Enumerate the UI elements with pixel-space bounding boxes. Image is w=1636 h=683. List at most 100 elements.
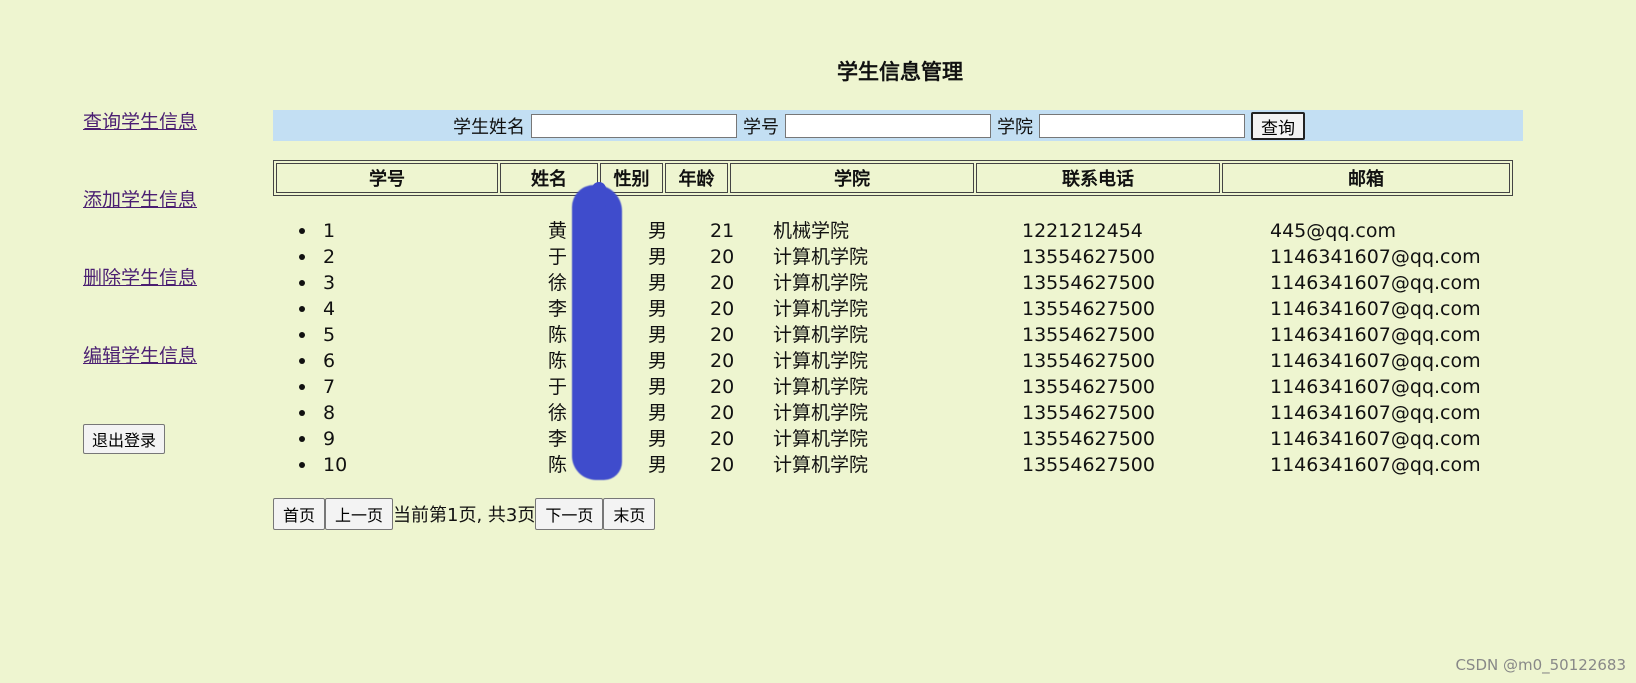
- cell-student-id: 5: [323, 324, 336, 346]
- cell-student-id: 3: [323, 272, 336, 294]
- student-name-label: 学生姓名: [453, 117, 525, 138]
- cell-email: 1146341607@qq.com: [1270, 246, 1481, 268]
- cell-phone: 13554627500: [1022, 272, 1155, 294]
- cell-college: 计算机学院: [773, 324, 869, 346]
- cell-age: 20: [710, 246, 735, 268]
- list-bullet: [299, 436, 305, 442]
- cell-student-id: 10: [323, 454, 348, 476]
- table-row: 8 徐 男 20 计算机学院 13554627500 1146341607@qq.com: [273, 400, 1523, 426]
- student-list: 1 黄男 21 机械学院 1221212454 445@qq.com 2 于男 20 计算机学院 1…: [273, 218, 1523, 478]
- list-bullet: [299, 358, 305, 364]
- student-id-label: 学号: [743, 117, 779, 138]
- cell-phone: 1221212454: [1022, 220, 1143, 242]
- cell-name: 李: [548, 428, 568, 450]
- edit-student-link[interactable]: 编辑学生信息: [83, 342, 243, 420]
- search-bar: 学生姓名 学号 学院 查询: [273, 110, 1523, 141]
- header-student-id: 学号: [276, 163, 498, 193]
- cell-student-id: 7: [323, 376, 336, 398]
- cell-email: 1146341607@qq.com: [1270, 376, 1481, 398]
- prev-page-button[interactable]: 上一页: [325, 498, 394, 530]
- list-bullet: [299, 306, 305, 312]
- table-row: 4 李 男 20 计算机学院 13554627500 1146341607@qq.com: [273, 296, 1523, 322]
- query-button[interactable]: 查询: [1251, 112, 1305, 140]
- cell-phone: 13554627500: [1022, 402, 1155, 424]
- cell-email: 445@qq.com: [1270, 220, 1397, 242]
- cell-age: 20: [710, 402, 735, 424]
- college-input[interactable]: [1039, 114, 1245, 138]
- student-table-header: 学号 姓名 性别 年龄 学院 联系电话 邮箱: [273, 160, 1513, 196]
- cell-age: 20: [710, 350, 735, 372]
- list-bullet: [299, 228, 305, 234]
- sidebar: 查询学生信息 添加学生信息 删除学生信息 编辑学生信息 退出登录: [83, 108, 243, 454]
- cell-name: 徐: [548, 402, 568, 424]
- first-page-button[interactable]: 首页: [273, 498, 326, 530]
- header-age: 年龄: [665, 163, 728, 193]
- student-name-input[interactable]: [531, 114, 737, 138]
- cell-gender: 男: [648, 324, 668, 346]
- cell-name: 于: [548, 376, 568, 398]
- cell-age: 20: [710, 376, 735, 398]
- list-bullet: [299, 254, 305, 260]
- header-college: 学院: [730, 163, 974, 193]
- cell-email: 1146341607@qq.com: [1270, 454, 1481, 476]
- delete-student-link[interactable]: 删除学生信息: [83, 264, 243, 342]
- cell-email: 1146341607@qq.com: [1270, 298, 1481, 320]
- list-bullet: [299, 280, 305, 286]
- cell-gender: 男: [648, 298, 668, 320]
- cell-gender: 男: [648, 246, 668, 268]
- cell-college: 计算机学院: [773, 350, 869, 372]
- cell-college: 计算机学院: [773, 402, 869, 424]
- cell-gender: 男: [648, 402, 668, 424]
- table-row: 7 于 男 20 计算机学院 13554627500 1146341607@qq.com: [273, 374, 1523, 400]
- table-row: 10 陈 男 20 计算机学院 13554627500 1146341607@qq.com: [273, 452, 1523, 478]
- page-title: 学生信息管理: [837, 60, 963, 84]
- header-email: 邮箱: [1222, 163, 1510, 193]
- search-form: 学生姓名 学号 学院 查询: [453, 112, 1305, 140]
- cell-college: 计算机学院: [773, 246, 869, 268]
- student-id-input[interactable]: [785, 114, 991, 138]
- add-student-link[interactable]: 添加学生信息: [83, 186, 243, 264]
- pagination: 首页 上一页 当前第1页, 共3页 下一页 末页: [273, 498, 656, 530]
- college-label: 学院: [997, 117, 1033, 138]
- cell-age: 20: [710, 324, 735, 346]
- list-bullet: [299, 462, 305, 468]
- table-row: 1 黄 男 21 机械学院 1221212454 445@qq.com: [273, 218, 1523, 244]
- cell-age: 21: [710, 220, 735, 242]
- redaction-mark-top: [592, 182, 606, 212]
- cell-phone: 13554627500: [1022, 324, 1155, 346]
- cell-age: 20: [710, 454, 735, 476]
- cell-gender: 男: [648, 376, 668, 398]
- cell-gender: 男: [648, 454, 668, 476]
- cell-student-id: 1: [323, 220, 336, 242]
- cell-phone: 13554627500: [1022, 298, 1155, 320]
- next-page-button[interactable]: 下一页: [535, 498, 604, 530]
- cell-age: 20: [710, 428, 735, 450]
- cell-student-id: 6: [323, 350, 336, 372]
- query-students-link[interactable]: 查询学生信息: [83, 108, 243, 186]
- cell-gender: 男: [648, 220, 668, 242]
- cell-student-id: 8: [323, 402, 336, 424]
- table-row: 2 于 男 20 计算机学院 13554627500 1146341607@qq.com: [273, 244, 1523, 270]
- watermark: CSDN @m0_50122683: [1455, 656, 1626, 674]
- cell-email: 1146341607@qq.com: [1270, 272, 1481, 294]
- cell-gender: 男: [648, 428, 668, 450]
- cell-name: 黄: [548, 220, 568, 242]
- cell-age: 20: [710, 272, 735, 294]
- list-bullet: [299, 410, 305, 416]
- table-row: 3 徐 男 20 计算机学院 13554627500 1146341607@qq.com: [273, 270, 1523, 296]
- cell-gender: 男: [648, 350, 668, 372]
- redaction-mark: [572, 185, 622, 480]
- last-page-button[interactable]: 末页: [603, 498, 656, 530]
- cell-name: 陈: [548, 454, 568, 476]
- table-row: 5 陈 男 20 计算机学院 13554627500 1146341607@qq.com: [273, 322, 1523, 348]
- header-phone: 联系电话: [976, 163, 1220, 193]
- cell-phone: 13554627500: [1022, 246, 1155, 268]
- logout-button[interactable]: 退出登录: [83, 424, 166, 454]
- cell-phone: 13554627500: [1022, 350, 1155, 372]
- cell-college: 计算机学院: [773, 454, 869, 476]
- cell-phone: 13554627500: [1022, 454, 1155, 476]
- list-bullet: [299, 384, 305, 390]
- cell-email: 1146341607@qq.com: [1270, 324, 1481, 346]
- cell-name: 徐: [548, 272, 568, 294]
- cell-name: 于: [548, 246, 568, 268]
